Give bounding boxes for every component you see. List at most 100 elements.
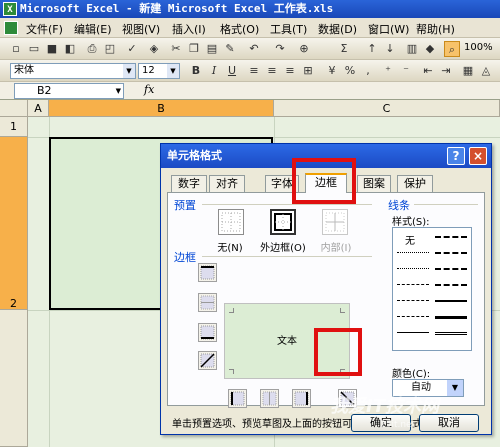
new-icon[interactable]: ▫ (8, 41, 24, 57)
line-style-medium[interactable] (435, 300, 467, 302)
menu-edit[interactable]: 编辑(E) (74, 21, 112, 37)
menu-help[interactable]: 帮助(H) (416, 21, 455, 37)
preset-none-button[interactable] (218, 209, 244, 235)
chart-wizard-icon[interactable]: ▥ (404, 41, 420, 57)
menu-file[interactable]: 文件(F) (26, 21, 63, 37)
spelling-icon[interactable]: ✓ (124, 41, 140, 57)
line-style-slant-dash-dot[interactable] (435, 252, 467, 254)
menu-tools[interactable]: 工具(T) (270, 21, 307, 37)
formatting-toolbar: 宋体 ▼ 12 ▼ B I U ≡ ≡ ≡ ⊞ ¥ % , ⁺ ⁻ ⇤ ⇥ ▦ … (0, 60, 500, 82)
drawing-icon[interactable]: ◆ (422, 41, 438, 57)
print-icon[interactable]: ⎙ (84, 41, 100, 57)
tab-alignment[interactable]: 对齐 (209, 175, 245, 192)
undo-icon[interactable]: ↶ (246, 41, 262, 57)
sort-asc-icon[interactable]: ↑ (364, 41, 380, 57)
border-inside-vertical-icon (262, 391, 277, 406)
line-style-double[interactable] (435, 332, 467, 335)
close-button[interactable]: × (469, 147, 487, 165)
menu-bar: 文件(F) 编辑(E) 视图(V) 插入(I) 格式(O) 工具(T) 数据(D… (0, 18, 500, 38)
align-right-icon[interactable]: ≡ (282, 63, 298, 79)
increase-decimal-icon[interactable]: ⁺ (380, 63, 396, 79)
increase-indent-icon[interactable]: ⇥ (438, 63, 454, 79)
excel-menu-icon[interactable] (4, 21, 18, 35)
column-header-b[interactable]: B (49, 100, 274, 117)
tab-protection[interactable]: 保护 (397, 175, 433, 192)
row-header-2[interactable]: 2 (0, 137, 28, 310)
percent-icon[interactable]: % (342, 63, 358, 79)
formula-bar: B2 ▼ fx (0, 82, 500, 100)
italic-icon[interactable]: I (206, 63, 222, 79)
line-style-dash-dot-dot[interactable] (397, 284, 429, 285)
comma-icon[interactable]: , (360, 63, 376, 79)
row-header-1[interactable]: 1 (0, 117, 28, 137)
tab-number[interactable]: 数字 (171, 175, 207, 192)
zoom-level[interactable]: 100% (464, 42, 493, 53)
preset-outline-button[interactable] (270, 209, 296, 235)
row-header-3[interactable] (0, 310, 28, 447)
menu-window[interactable]: 窗口(W) (368, 21, 409, 37)
currency-icon[interactable]: ¥ (324, 63, 340, 79)
border-top-button[interactable] (198, 263, 217, 282)
redo-icon[interactable]: ↷ (272, 41, 288, 57)
line-style-dashed[interactable] (397, 316, 429, 317)
border-left-button[interactable] (228, 389, 247, 408)
merge-center-icon[interactable]: ⊞ (300, 63, 316, 79)
menu-format[interactable]: 格式(O) (220, 21, 259, 37)
menu-data[interactable]: 数据(D) (318, 21, 357, 37)
line-style-medium-dash-dot-dot[interactable] (435, 236, 467, 238)
border-bottom-button[interactable] (198, 323, 217, 342)
borders-icon[interactable]: ▦ (460, 63, 476, 79)
line-style-hair[interactable] (397, 252, 429, 253)
line-style-dotted[interactable] (397, 268, 429, 269)
decrease-decimal-icon[interactable]: ⁻ (398, 63, 414, 79)
cut-icon[interactable]: ✂ (168, 41, 184, 57)
sort-desc-icon[interactable]: ↓ (382, 41, 398, 57)
border-right-button[interactable] (292, 389, 311, 408)
paste-icon[interactable]: ▤ (204, 41, 220, 57)
hyperlink-icon[interactable]: ⊕ (296, 41, 312, 57)
line-style-medium-dash-dot[interactable] (435, 268, 467, 270)
menu-view[interactable]: 视图(V) (122, 21, 160, 37)
print-preview-icon[interactable]: ◰ (102, 41, 118, 57)
decrease-indent-icon[interactable]: ⇤ (420, 63, 436, 79)
column-header-c[interactable]: C (274, 100, 500, 117)
watermark-url: 25it.net (380, 420, 416, 430)
border-diagonal-up-button[interactable] (198, 351, 217, 370)
select-all-corner[interactable] (0, 100, 28, 117)
underline-icon[interactable]: U (224, 63, 240, 79)
tab-border[interactable]: 边框 (305, 173, 347, 193)
font-size-select[interactable]: 12 ▼ (138, 63, 180, 79)
line-style-none[interactable]: 无 (405, 232, 415, 247)
divider (414, 204, 478, 205)
help-button[interactable]: ? (447, 147, 465, 165)
fill-color-icon[interactable]: ◬ (478, 63, 494, 79)
align-center-icon[interactable]: ≡ (264, 63, 280, 79)
name-box[interactable]: B2 ▼ (14, 83, 124, 99)
line-style-dash-dot[interactable] (397, 300, 429, 301)
preset-none-label: 无(N) (217, 243, 243, 254)
research-icon[interactable]: ◈ (146, 41, 162, 57)
align-left-icon[interactable]: ≡ (246, 63, 262, 79)
format-painter-icon[interactable]: ✎ (222, 41, 238, 57)
format-cells-dialog: 单元格格式 ? × 数字 对齐 字体 边框 图案 保护 预置 无(N) 外边框(… (160, 143, 492, 435)
chevron-down-icon: ▼ (115, 87, 121, 95)
line-style-thin[interactable] (397, 332, 429, 333)
divider (202, 256, 372, 257)
line-style-medium-dashed[interactable] (435, 284, 467, 286)
border-inside-icon (325, 212, 345, 232)
save-icon[interactable]: ■ (44, 41, 60, 57)
line-style-list[interactable]: 无 (392, 227, 472, 351)
copy-icon[interactable]: ❐ (186, 41, 202, 57)
font-name-select[interactable]: 宋体 ▼ (10, 63, 136, 79)
fx-icon[interactable]: fx (144, 83, 154, 96)
color-label: 颜色(C): (392, 369, 431, 380)
tab-patterns[interactable]: 图案 (357, 175, 391, 192)
open-icon[interactable]: ▭ (26, 41, 42, 57)
column-header-a[interactable]: A (28, 100, 49, 117)
autosum-icon[interactable]: Σ (336, 41, 352, 57)
line-style-thick[interactable] (435, 316, 467, 319)
permission-icon[interactable]: ◧ (62, 41, 78, 57)
zoom-icon[interactable]: ⌕ (444, 41, 460, 57)
menu-insert[interactable]: 插入(I) (172, 21, 206, 37)
bold-icon[interactable]: B (188, 63, 204, 79)
